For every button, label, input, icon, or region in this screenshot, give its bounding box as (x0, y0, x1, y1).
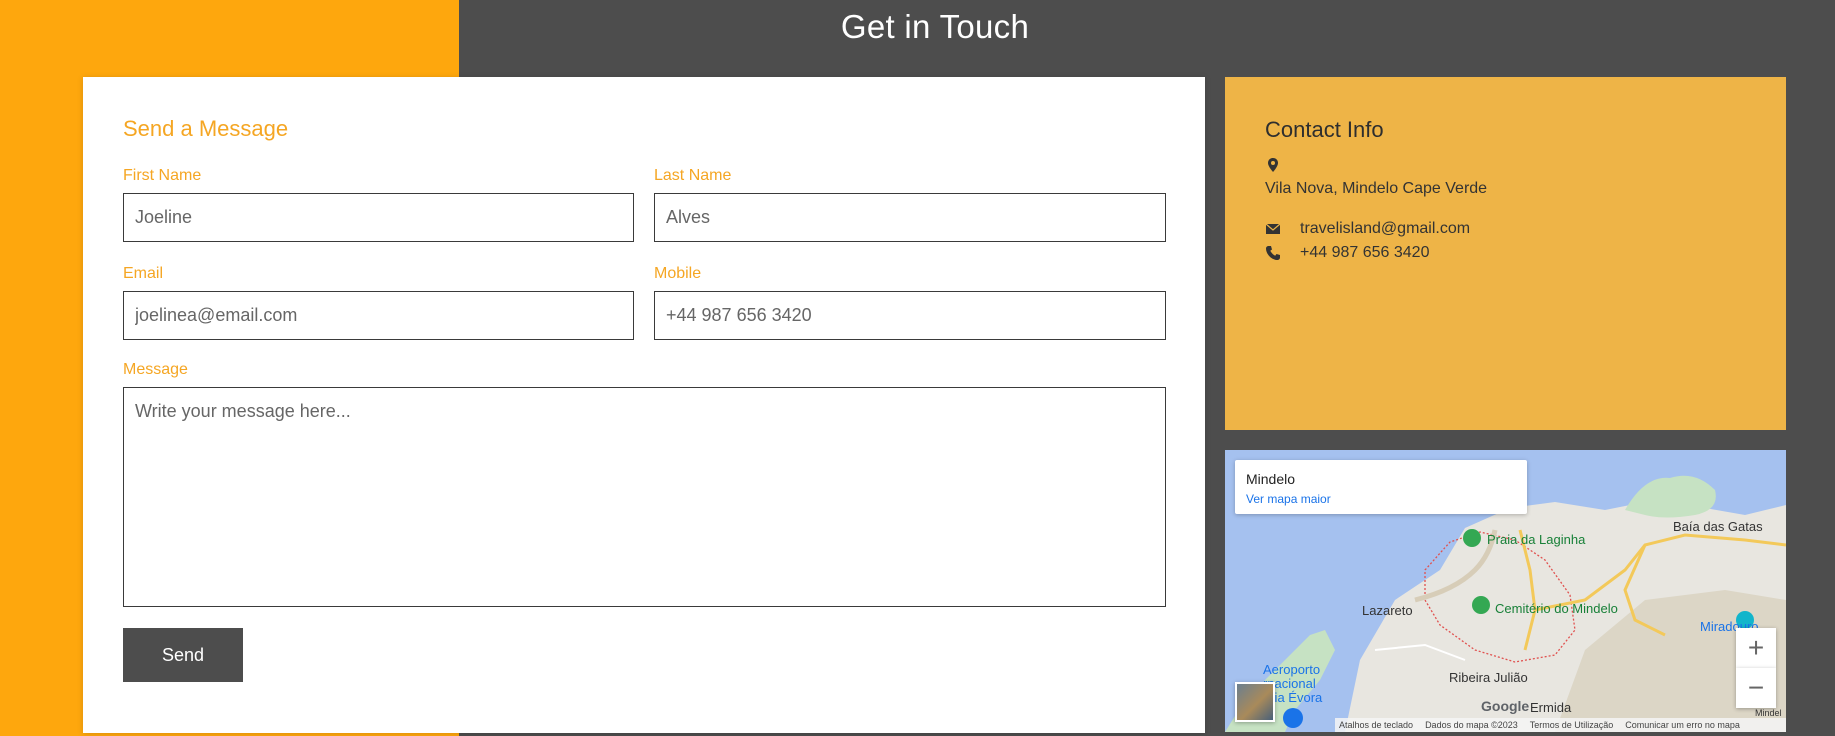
email-label: Email (123, 265, 164, 282)
zoom-out-button[interactable]: − (1736, 668, 1776, 708)
map-label: Lazareto (1362, 603, 1413, 618)
send-button[interactable]: Send (123, 628, 243, 682)
map-label: Aeroporto (1263, 662, 1321, 677)
phone-icon (1266, 246, 1280, 260)
report-error-link[interactable]: Comunicar um erro no mapa (1625, 720, 1740, 730)
map-label: Mindel (1755, 708, 1782, 718)
map-place-card: Mindelo Ver mapa maior (1235, 460, 1527, 514)
map-label: Ermida (1530, 700, 1572, 715)
message-textarea[interactable] (123, 387, 1166, 607)
satellite-toggle[interactable] (1235, 682, 1275, 722)
map-place-title: Mindelo (1246, 471, 1296, 487)
address-text: Vila Nova, Mindelo Cape Verde (1265, 180, 1488, 197)
mobile-input[interactable] (654, 291, 1166, 340)
contact-phone[interactable]: +44 987 656 3420 (1300, 244, 1429, 262)
embedded-map[interactable]: Praia da Laginha Baía das Gatas Lazareto… (1225, 450, 1786, 732)
terms-link[interactable]: Termos de Utilização (1530, 720, 1614, 730)
first-name-input[interactable] (123, 193, 634, 242)
form-title: Send a Message (123, 116, 289, 141)
contact-email[interactable]: travelisland@gmail.com (1300, 220, 1470, 238)
envelope-icon (1265, 223, 1281, 234)
last-name-input[interactable] (654, 193, 1166, 242)
mobile-label: Mobile (654, 265, 702, 282)
map-footer: Atalhos de teclado Dados do mapa ©2023 T… (1335, 718, 1786, 732)
keyboard-shortcuts-link[interactable]: Atalhos de teclado (1339, 720, 1413, 730)
first-name-label: First Name (123, 167, 202, 184)
message-form: Send a Message First Name Last Name Emai… (83, 77, 1205, 733)
contact-info-title: Contact Info (1265, 117, 1384, 142)
map-label: Praia da Laginha (1487, 532, 1586, 547)
email-input[interactable] (123, 291, 634, 340)
map-label: Cemitério do Mindelo (1495, 601, 1618, 616)
map-label: Baía das Gatas (1673, 519, 1763, 534)
zoom-in-button[interactable]: + (1736, 628, 1776, 668)
page-title: Get in Touch (840, 8, 1030, 45)
contact-info-card: Contact Info Vila Nova, Mindelo Cape Ver… (1225, 77, 1786, 430)
larger-map-link[interactable]: Ver mapa maior (1246, 492, 1331, 506)
message-label: Message (123, 361, 188, 378)
google-logo: Google (1481, 698, 1530, 714)
map-marker-icon (1268, 158, 1278, 172)
map-data-text: Dados do mapa ©2023 (1425, 720, 1518, 730)
map-label: Ribeira Julião (1449, 670, 1528, 685)
last-name-label: Last Name (654, 167, 732, 184)
